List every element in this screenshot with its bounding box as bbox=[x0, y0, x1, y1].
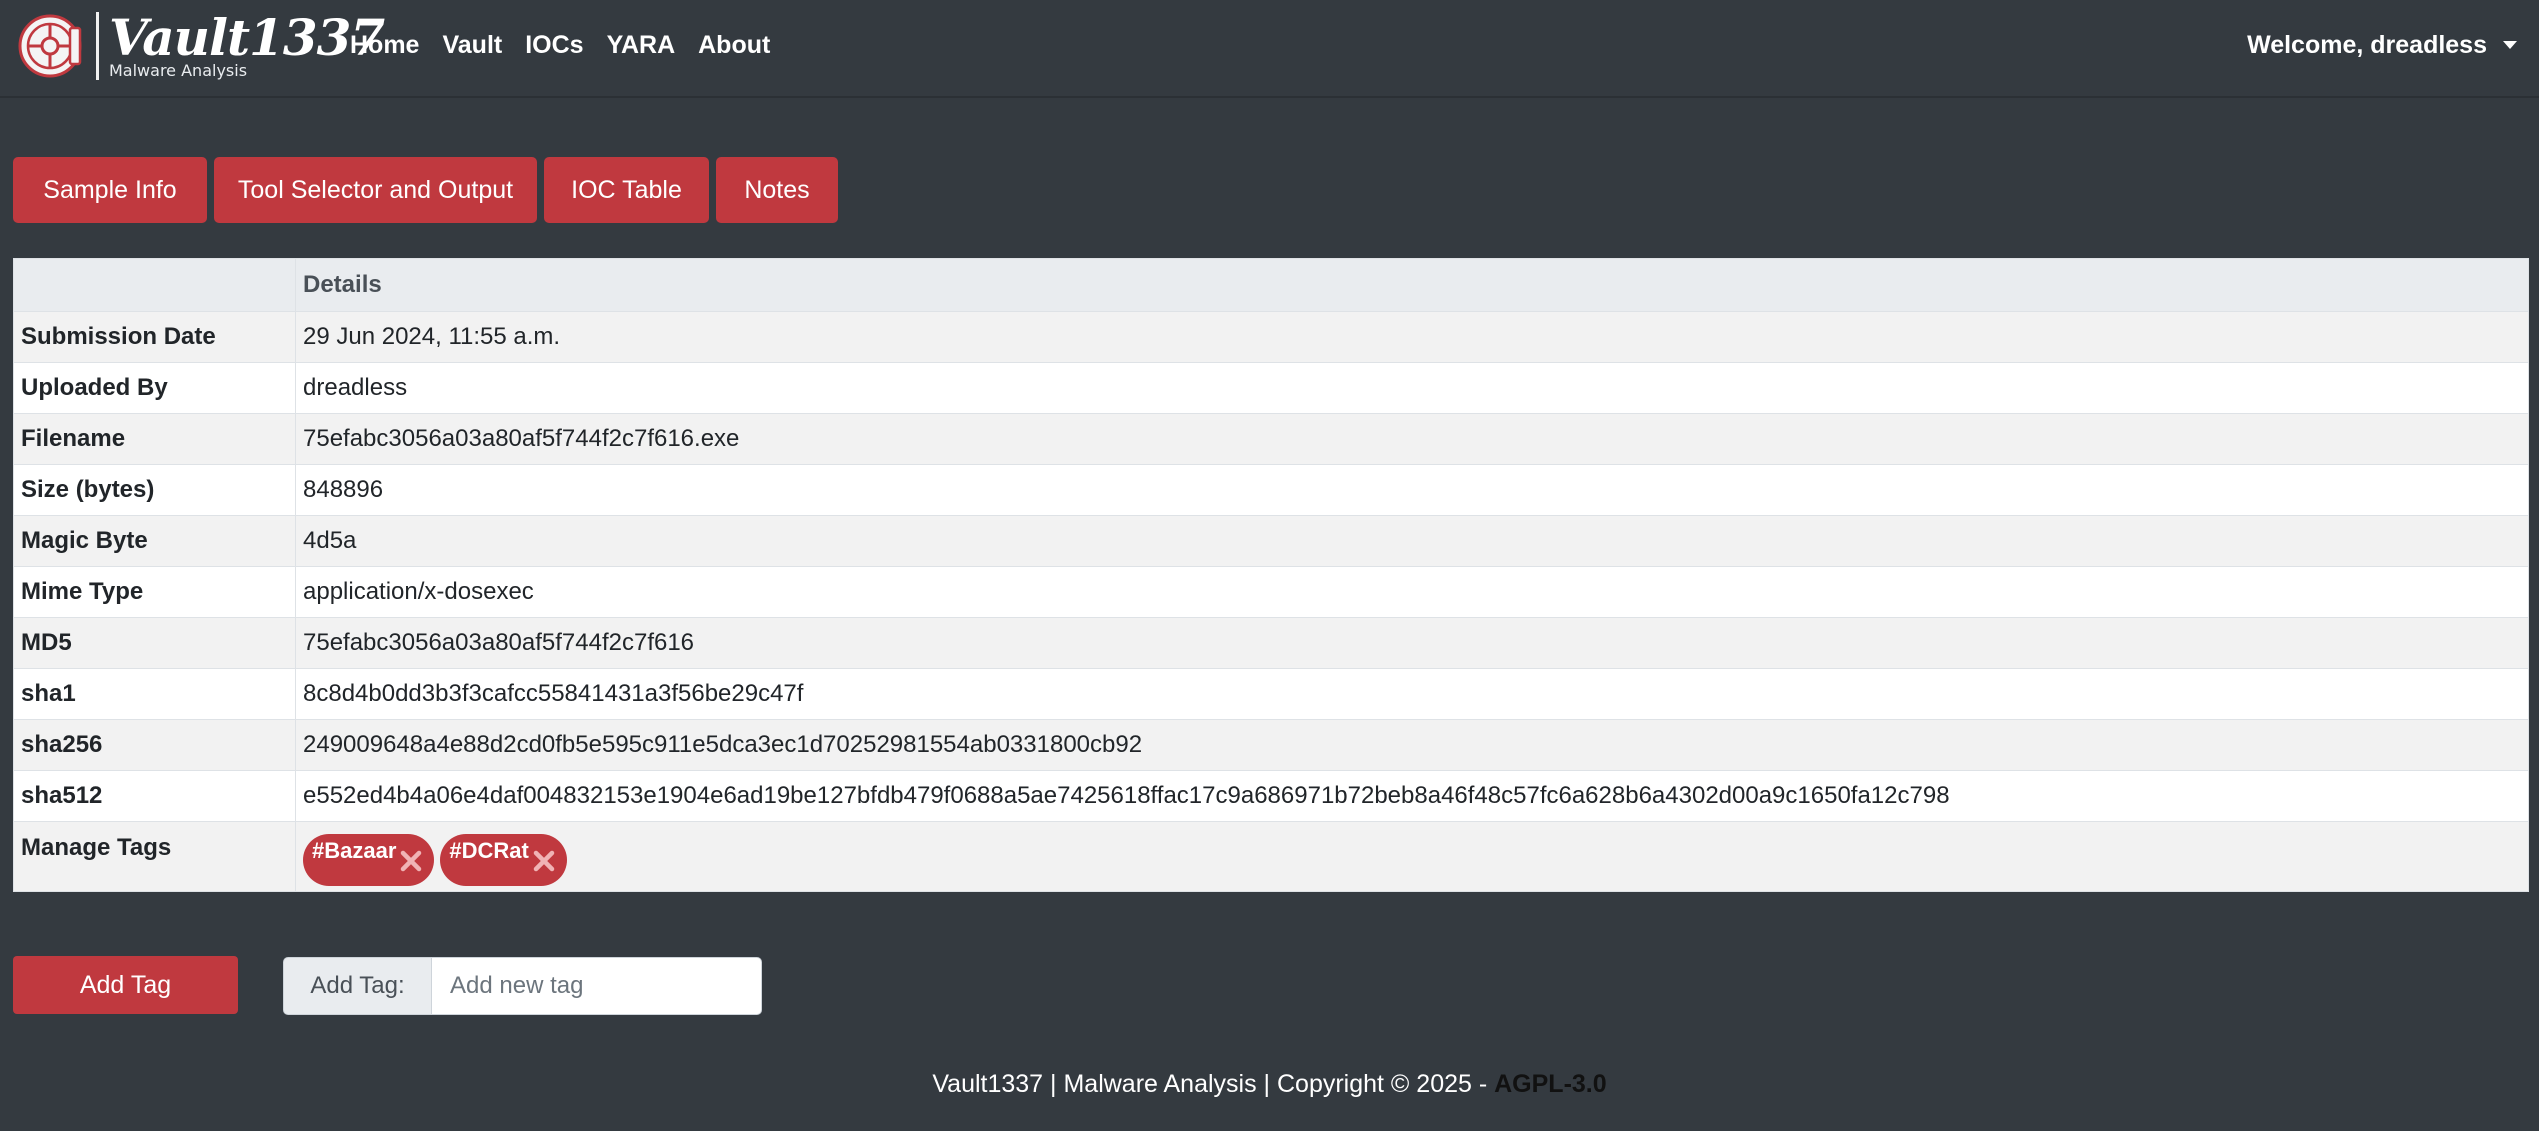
sample-tabs: Sample Info Tool Selector and Output IOC… bbox=[13, 157, 845, 223]
row-value-sha512: e552ed4b4a06e4daf004832153e1904e6ad19be1… bbox=[295, 770, 2529, 822]
add-tag-button[interactable]: Add Tag bbox=[13, 956, 238, 1014]
row-value-size: 848896 bbox=[295, 464, 2529, 516]
brand-title: Vault1337 bbox=[109, 8, 385, 67]
row-key-sha1: sha1 bbox=[13, 668, 296, 720]
table-row: sha256 249009648a4e88d2cd0fb5e595c911e5d… bbox=[13, 719, 2529, 771]
row-value-sha256: 249009648a4e88d2cd0fb5e595c911e5dca3ec1d… bbox=[295, 719, 2529, 771]
row-key-filename: Filename bbox=[13, 413, 296, 465]
tab-notes[interactable]: Notes bbox=[716, 157, 838, 223]
row-key-mime-type: Mime Type bbox=[13, 566, 296, 618]
nav-link-home[interactable]: Home bbox=[350, 31, 419, 60]
nav-link-yara[interactable]: YARA bbox=[607, 31, 676, 60]
nav-link-iocs[interactable]: IOCs bbox=[525, 31, 583, 60]
table-row-tags: Manage Tags #Bazaar #DCRat bbox=[13, 821, 2529, 892]
tab-ioc-table[interactable]: IOC Table bbox=[544, 157, 709, 223]
row-key-sha256: sha256 bbox=[13, 719, 296, 771]
chevron-down-icon bbox=[2503, 41, 2517, 49]
remove-tag-icon[interactable] bbox=[398, 848, 424, 874]
table-row: Filename 75efabc3056a03a80af5f744f2c7f61… bbox=[13, 413, 2529, 465]
nav-link-vault[interactable]: Vault bbox=[442, 31, 502, 60]
table-row: sha1 8c8d4b0dd3b3f3cafcc55841431a3f56be2… bbox=[13, 668, 2529, 720]
footer-license-link[interactable]: AGPL-3.0 bbox=[1494, 1070, 1607, 1098]
tag-label: #Bazaar bbox=[312, 838, 397, 863]
footer: Vault1337 | Malware Analysis | Copyright… bbox=[0, 1070, 2539, 1099]
row-value-md5: 75efabc3056a03a80af5f744f2c7f616 bbox=[295, 617, 2529, 669]
row-key-uploaded-by: Uploaded By bbox=[13, 362, 296, 414]
vault-door-icon bbox=[18, 14, 82, 78]
row-value-submission-date: 29 Jun 2024, 11:55 a.m. bbox=[295, 311, 2529, 363]
table-row: Size (bytes) 848896 bbox=[13, 464, 2529, 516]
table-row: Uploaded By dreadless bbox=[13, 362, 2529, 414]
table-row: Mime Type application/x-dosexec bbox=[13, 566, 2529, 618]
row-key-manage-tags: Manage Tags bbox=[13, 821, 296, 892]
nav-link-about[interactable]: About bbox=[698, 31, 770, 60]
table-header-row: Details bbox=[13, 258, 2529, 312]
tag-pill: #DCRat bbox=[440, 834, 567, 886]
tag-label: #DCRat bbox=[449, 838, 529, 863]
row-key-size: Size (bytes) bbox=[13, 464, 296, 516]
row-value-filename: 75efabc3056a03a80af5f744f2c7f616.exe bbox=[295, 413, 2529, 465]
table-row: Magic Byte 4d5a bbox=[13, 515, 2529, 567]
brand-text: Vault1337 Malware Analysis bbox=[96, 8, 385, 80]
table-row: Submission Date 29 Jun 2024, 11:55 a.m. bbox=[13, 311, 2529, 363]
navbar: Vault1337 Malware Analysis Home Vault IO… bbox=[0, 0, 2539, 98]
tab-sample-info[interactable]: Sample Info bbox=[13, 157, 207, 223]
brand-subtitle: Malware Analysis bbox=[109, 61, 248, 80]
sample-details-table: Details Submission Date 29 Jun 2024, 11:… bbox=[13, 258, 2529, 892]
add-tag-input-label: Add Tag: bbox=[283, 957, 432, 1015]
row-key-md5: MD5 bbox=[13, 617, 296, 669]
row-value-magic-byte: 4d5a bbox=[295, 515, 2529, 567]
tab-tool-selector[interactable]: Tool Selector and Output bbox=[214, 157, 537, 223]
nav-links: Home Vault IOCs YARA About bbox=[350, 0, 793, 90]
user-menu-dropdown[interactable]: Welcome, dreadless bbox=[2247, 0, 2517, 90]
add-tag-input[interactable] bbox=[432, 957, 762, 1015]
table-row: sha512 e552ed4b4a06e4daf004832153e1904e6… bbox=[13, 770, 2529, 822]
table-header-details: Details bbox=[295, 258, 2529, 312]
row-value-uploaded-by: dreadless bbox=[295, 362, 2529, 414]
tag-pill: #Bazaar bbox=[303, 834, 435, 886]
remove-tag-icon[interactable] bbox=[531, 848, 557, 874]
table-row: MD5 75efabc3056a03a80af5f744f2c7f616 bbox=[13, 617, 2529, 669]
footer-text: Vault1337 | Malware Analysis | Copyright… bbox=[932, 1070, 1495, 1098]
row-value-sha1: 8c8d4b0dd3b3f3cafcc55841431a3f56be29c47f bbox=[295, 668, 2529, 720]
welcome-text: Welcome, dreadless bbox=[2247, 30, 2487, 59]
add-tag-input-group: Add Tag: bbox=[283, 957, 762, 1015]
table-header-blank bbox=[13, 258, 296, 312]
brand-logo-link[interactable]: Vault1337 Malware Analysis bbox=[12, 8, 385, 84]
row-key-submission-date: Submission Date bbox=[13, 311, 296, 363]
row-value-mime-type: application/x-dosexec bbox=[295, 566, 2529, 618]
row-key-sha512: sha512 bbox=[13, 770, 296, 822]
tags-cell: #Bazaar #DCRat bbox=[295, 821, 2529, 892]
row-key-magic-byte: Magic Byte bbox=[13, 515, 296, 567]
